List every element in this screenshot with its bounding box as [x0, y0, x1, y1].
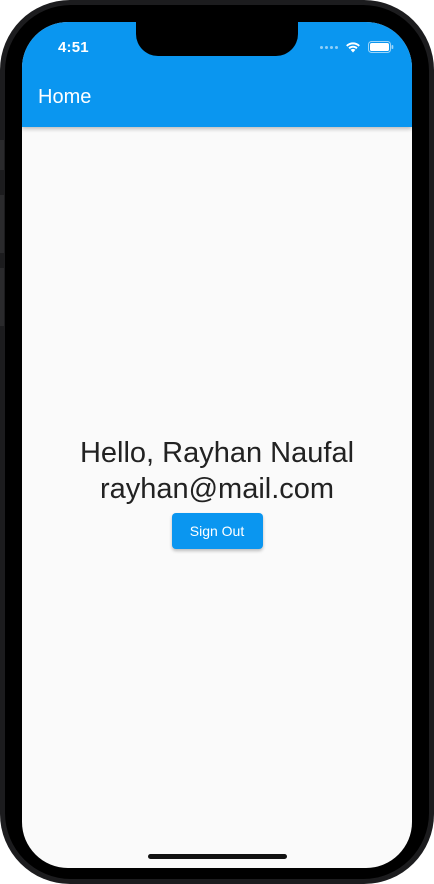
battery-icon [368, 41, 394, 53]
sign-out-button[interactable]: Sign Out [171, 513, 263, 549]
wifi-icon [346, 42, 360, 53]
mute-switch [0, 140, 4, 170]
status-time: 4:51 [58, 39, 89, 56]
greeting-text: Hello, Rayhan Naufal [79, 437, 355, 469]
home-content: Hello, Rayhan Naufal rayhan@mail.com Sig… [22, 127, 412, 868]
volume-up-button [0, 195, 4, 253]
home-indicator[interactable] [148, 854, 287, 859]
page-title: Home [38, 86, 92, 108]
app-bar: 4:51 Home [22, 22, 412, 127]
screen: 4:51 Home Hello, Rayhan Naufal rayhan@ma… [22, 22, 412, 868]
user-email: rayhan@mail.com [99, 473, 335, 505]
volume-down-button [0, 268, 4, 326]
notch [136, 22, 298, 56]
phone-frame: 4:51 Home Hello, Rayhan Naufal rayhan@ma… [0, 0, 434, 884]
cellular-signal-icon [320, 45, 338, 49]
status-icons [320, 40, 394, 54]
